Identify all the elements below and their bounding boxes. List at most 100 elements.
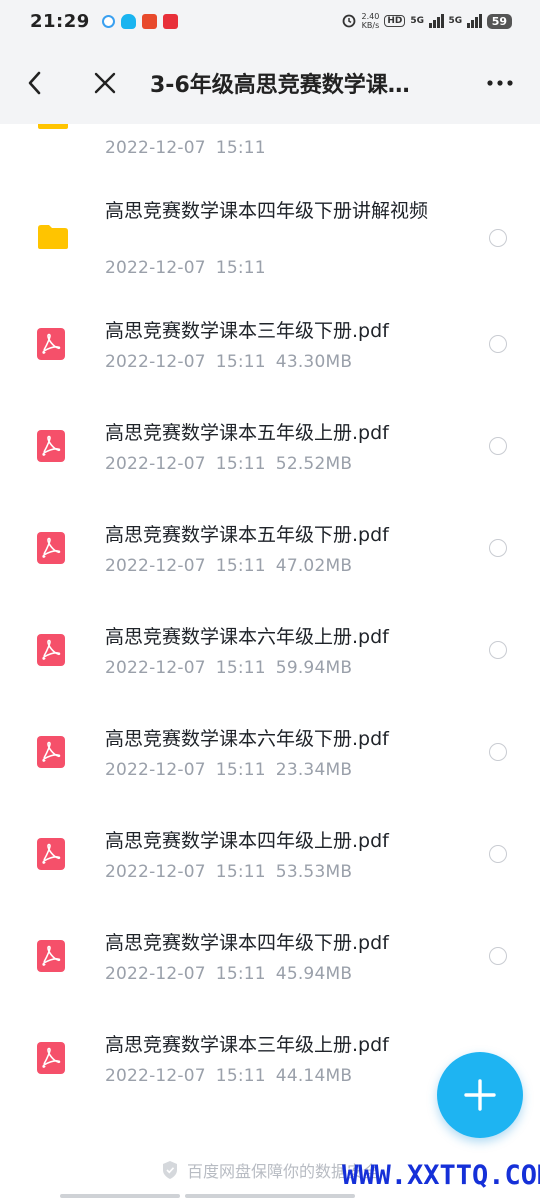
close-icon [94,72,116,94]
status-indicators: 2.40 KB/s HD 5G 5G 59 [341,12,512,31]
page-title: 3-6年级高思竞赛数学课… [150,73,410,98]
folder-icon [38,225,68,249]
signal-icon-2 [467,14,482,28]
file-meta: 2022-12-07 15:11 52.52MB [105,454,362,474]
file-meta: 2022-12-07 15:11 53.53MB [105,862,362,882]
file-date: 2022-12-07 [105,964,206,984]
pdf-file-icon [37,1042,65,1074]
reader-app-icon [141,13,157,29]
file-name: 高思竞赛数学课本三年级下册.pdf [105,320,389,342]
list-item[interactable]: 高思竞赛数学课本六年级上册.pdf 2022-12-07 15:11 59.94MB [0,612,540,712]
file-meta: 2022-12-07 15:11 23.34MB [105,760,362,780]
battery-indicator: 59 [486,13,512,29]
file-time: 15:11 [215,138,266,158]
shield-icon [162,1161,177,1179]
file-date: 2022-12-07 [105,352,206,372]
file-name: 高思竞赛数学课本六年级下册.pdf [105,728,389,750]
file-meta: 2022-12-07 15:11 [105,258,286,278]
status-app-icons [101,13,178,29]
back-button[interactable] [0,42,70,124]
file-size: 53.53MB [275,862,353,882]
cloud-app-icon [101,14,115,28]
file-meta: 2022-12-07 15:11 [105,138,286,158]
select-radio[interactable] [489,335,507,353]
pdf-file-icon [37,430,65,462]
file-time: 15:11 [215,1066,266,1086]
list-item[interactable]: 高思竞赛数学课本六年级下册.pdf 2022-12-07 15:11 23.34MB [0,714,540,814]
file-time: 15:11 [215,658,266,678]
list-item[interactable]: 高思竞赛数学课本四年级下册.pdf 2022-12-07 15:11 45.94MB [0,918,540,1018]
select-radio[interactable] [489,641,507,659]
file-name: 高思竞赛数学课本五年级上册.pdf [105,422,389,444]
list-item[interactable]: 高思竞赛数学课本四年级下册讲解视频 2022-12-07 15:11 [0,192,540,294]
list-item[interactable]: 高思竞赛数学课本五年级下册.pdf 2022-12-07 15:11 47.02MB [0,510,540,610]
file-date: 2022-12-07 [105,1066,206,1086]
file-time: 15:11 [215,964,266,984]
file-size: 47.02MB [275,556,353,576]
file-meta: 2022-12-07 15:11 43.30MB [105,352,362,372]
gift-app-icon [162,13,178,29]
select-radio[interactable] [489,947,507,965]
net-speed: 2.40 KB/s [362,12,380,30]
pdf-file-icon [37,532,65,564]
file-date: 2022-12-07 [105,556,206,576]
file-size: 43.30MB [275,352,353,372]
file-time: 15:11 [215,760,266,780]
file-meta: 2022-12-07 15:11 59.94MB [105,658,362,678]
select-radio[interactable] [489,845,507,863]
pdf-file-icon [37,940,65,972]
net2-label: 5G [448,16,463,26]
select-radio[interactable] [489,539,507,557]
file-time: 15:11 [215,556,266,576]
file-date: 2022-12-07 [105,138,206,158]
nav-indicator [60,1194,180,1198]
more-button[interactable] [460,42,540,124]
close-button[interactable] [70,42,140,124]
file-size: 45.94MB [275,964,353,984]
select-radio[interactable] [489,743,507,761]
pdf-file-icon [37,634,65,666]
file-date: 2022-12-07 [105,862,206,882]
file-date: 2022-12-07 [105,760,206,780]
file-meta: 2022-12-07 15:11 45.94MB [105,964,362,984]
file-size: 23.34MB [275,760,353,780]
file-list: 频 2022-12-07 15:11 高思竞赛数学课本四年级下册讲解视频 2022… [0,124,540,1200]
file-time: 15:11 [215,352,266,372]
file-size: 52.52MB [275,454,353,474]
pdf-file-icon [37,736,65,768]
file-size: 44.14MB [275,1066,353,1086]
signal-icon [429,14,444,28]
chevron-left-icon [28,71,41,95]
add-button[interactable] [437,1052,523,1138]
alarm-icon [341,12,357,31]
file-date: 2022-12-07 [105,454,206,474]
list-item[interactable]: 高思竞赛数学课本三年级下册.pdf 2022-12-07 15:11 43.30MB [0,306,540,406]
file-date: 2022-12-07 [105,658,206,678]
select-radio[interactable] [489,229,507,247]
nav-indicator [185,1194,355,1198]
file-meta: 2022-12-07 15:11 44.14MB [105,1066,362,1086]
file-name: 高思竞赛数学课本四年级下册讲解视频 [105,200,429,222]
select-radio[interactable] [489,437,507,455]
file-name: 高思竞赛数学课本六年级上册.pdf [105,626,389,648]
list-item[interactable]: 高思竞赛数学课本四年级上册.pdf 2022-12-07 15:11 53.53MB [0,816,540,916]
plus-icon [464,1079,496,1111]
net-speed-unit: KB/s [361,21,380,30]
file-name: 高思竞赛数学课本四年级下册.pdf [105,932,389,954]
file-name: 高思竞赛数学课本三年级上册.pdf [105,1034,389,1056]
pdf-file-icon [37,838,65,870]
file-date: 2022-12-07 [105,258,206,278]
status-time: 21:29 [30,10,90,32]
status-bar: 21:29 2.40 KB/s HD 5G 5G 59 [0,0,540,42]
qq-app-icon [120,13,136,29]
file-name: 高思竞赛数学课本四年级上册.pdf [105,830,389,852]
file-name: 频 [105,124,465,126]
list-item[interactable]: 频 2022-12-07 15:11 [0,124,540,174]
file-meta: 2022-12-07 15:11 47.02MB [105,556,362,576]
hd-badge: HD [384,15,406,27]
net1-label: 5G [410,16,425,26]
file-size: 59.94MB [275,658,353,678]
folder-icon [38,124,68,129]
header-bar: 3-6年级高思竞赛数学课… [0,42,540,124]
list-item[interactable]: 高思竞赛数学课本五年级上册.pdf 2022-12-07 15:11 52.52MB [0,408,540,508]
